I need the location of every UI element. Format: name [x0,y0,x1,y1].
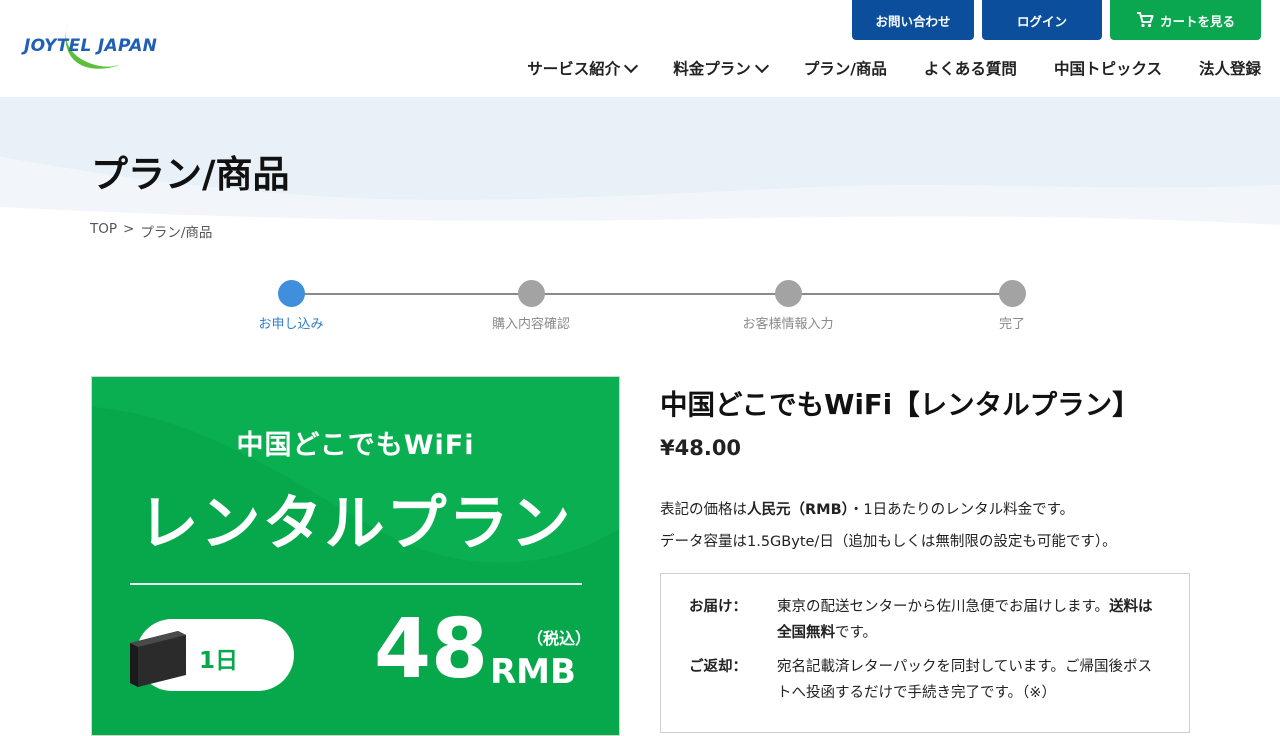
description-text: 表記の価格は [660,502,747,518]
info-key-return: ご返却： [689,659,747,675]
nav-item-label: サービス紹介 [527,60,621,78]
product-price: ¥48.00 [660,436,742,460]
joytel-logo[interactable]: JOYTEL JAPAN [22,20,194,76]
stepper-line [291,293,1012,295]
nav-item-label: よくある質問 [923,60,1017,78]
product-description: 表記の価格は人民元（RMB）・1日あたりのレンタル料金です。 データ容量は1.5… [660,494,1117,558]
breadcrumb-current: プラン/商品 [140,225,213,241]
step-label-complete: 完了 [998,317,1026,332]
step-label-customer-info: お客様情報入力 [742,317,834,332]
contact-button-label: お問い合わせ [875,13,951,29]
product-image: 中国どこでもWiFi レンタルプラン 1日 48 RMB （税込） [91,376,620,736]
nav-item-faq[interactable]: よくある質問 [924,57,1017,79]
breadcrumb-separator: > [123,221,135,237]
login-button[interactable]: ログイン [982,0,1102,40]
login-button-label: ログイン [1016,13,1067,29]
description-text: ・1日あたりのレンタル料金です。 [848,502,1075,518]
main-nav: サービス紹介 料金プラン プラン/商品 よくある質問 中国トピックス 法人登録 [527,57,1261,79]
header-top-buttons: お問い合わせ ログイン カートを見る [852,0,1261,40]
cart-button-label: カートを見る [1159,13,1235,29]
product-image-unit: RMB [490,652,576,692]
logo-text: JOYTEL JAPAN [24,36,158,56]
page-title: プラン/商品 [91,153,290,196]
product-image-title: レンタルプラン [138,489,573,559]
info-value-text: 東京の配送センターから佐川急便でお届けします。 [777,599,1110,615]
info-value-text: です。 [835,625,878,641]
description-line-2: データ容量は1.5GByte/日（追加もしくは無制限の設定も可能です）。 [660,534,1117,550]
delivery-info-box: お届け： 東京の配送センターから佐川急便でお届けします。送料は全国無料です。 ご… [660,573,1190,733]
step-dot-confirm [518,280,545,307]
product-image-subtitle: 中国どこでもWiFi [236,430,475,461]
breadcrumb: TOP > プラン/商品 [90,221,212,241]
product-title: 中国どこでもWiFi【レンタルプラン】 [660,389,1140,421]
step-dot-customer-info [775,280,802,307]
product-image-divider [130,583,582,585]
info-value-return: 宛名記載済レターパックを同封しています。ご帰国後ポストへ投函するだけで手続き完了… [777,659,1152,701]
nav-item-label: プラン/商品 [803,60,887,78]
description-bold-text: 人民元（RMB） [747,502,849,518]
nav-item-pricing[interactable]: 料金プラン [673,57,769,79]
chevron-down-icon [624,58,639,74]
product-image-price: 48 [374,602,489,697]
nav-item-plans[interactable]: プラン/商品 [804,57,887,79]
cart-button[interactable]: カートを見る [1110,0,1261,40]
nav-item-corporate[interactable]: 法人登録 [1199,57,1261,79]
nav-item-label: 料金プラン [673,60,751,78]
page-hero: プラン/商品 [0,97,1280,225]
info-row-delivery: お届け： 東京の配送センターから佐川急便でお届けします。送料は全国無料です。 [689,594,1161,646]
nav-item-china-topics[interactable]: 中国トピックス [1054,57,1162,79]
nav-item-label: 法人登録 [1198,60,1261,78]
info-value-delivery: 東京の配送センターから佐川急便でお届けします。送料は全国無料です。 [777,594,1161,646]
step-dot-apply [278,280,305,307]
step-dot-complete [999,280,1026,307]
breadcrumb-home-link[interactable]: TOP [90,221,117,241]
chevron-down-icon [754,58,769,74]
nav-item-services[interactable]: サービス紹介 [527,57,639,79]
info-key-delivery: お届け： [689,599,747,615]
order-stepper: お申し込み 購入内容確認 お客様情報入力 完了 [0,280,1280,340]
step-label-confirm: 購入内容確認 [491,317,571,332]
nav-item-label: 中国トピックス [1053,60,1162,78]
product-image-tax-note: （税込） [527,629,592,648]
site-header: JOYTEL JAPAN お問い合わせ ログイン カートを見る サービス紹介 料… [0,0,1280,97]
description-line-1: 表記の価格は人民元（RMB）・1日あたりのレンタル料金です。 [660,494,1117,526]
days-pill-label: 1日 [199,648,239,674]
cart-icon [1136,12,1154,28]
wifi-router-icon [126,629,188,687]
contact-button[interactable]: お問い合わせ [852,0,974,40]
step-label-apply: お申し込み [258,317,324,332]
info-row-return: ご返却： 宛名記載済レターパックを同封しています。ご帰国後ポストへ投函するだけで… [689,654,1161,706]
